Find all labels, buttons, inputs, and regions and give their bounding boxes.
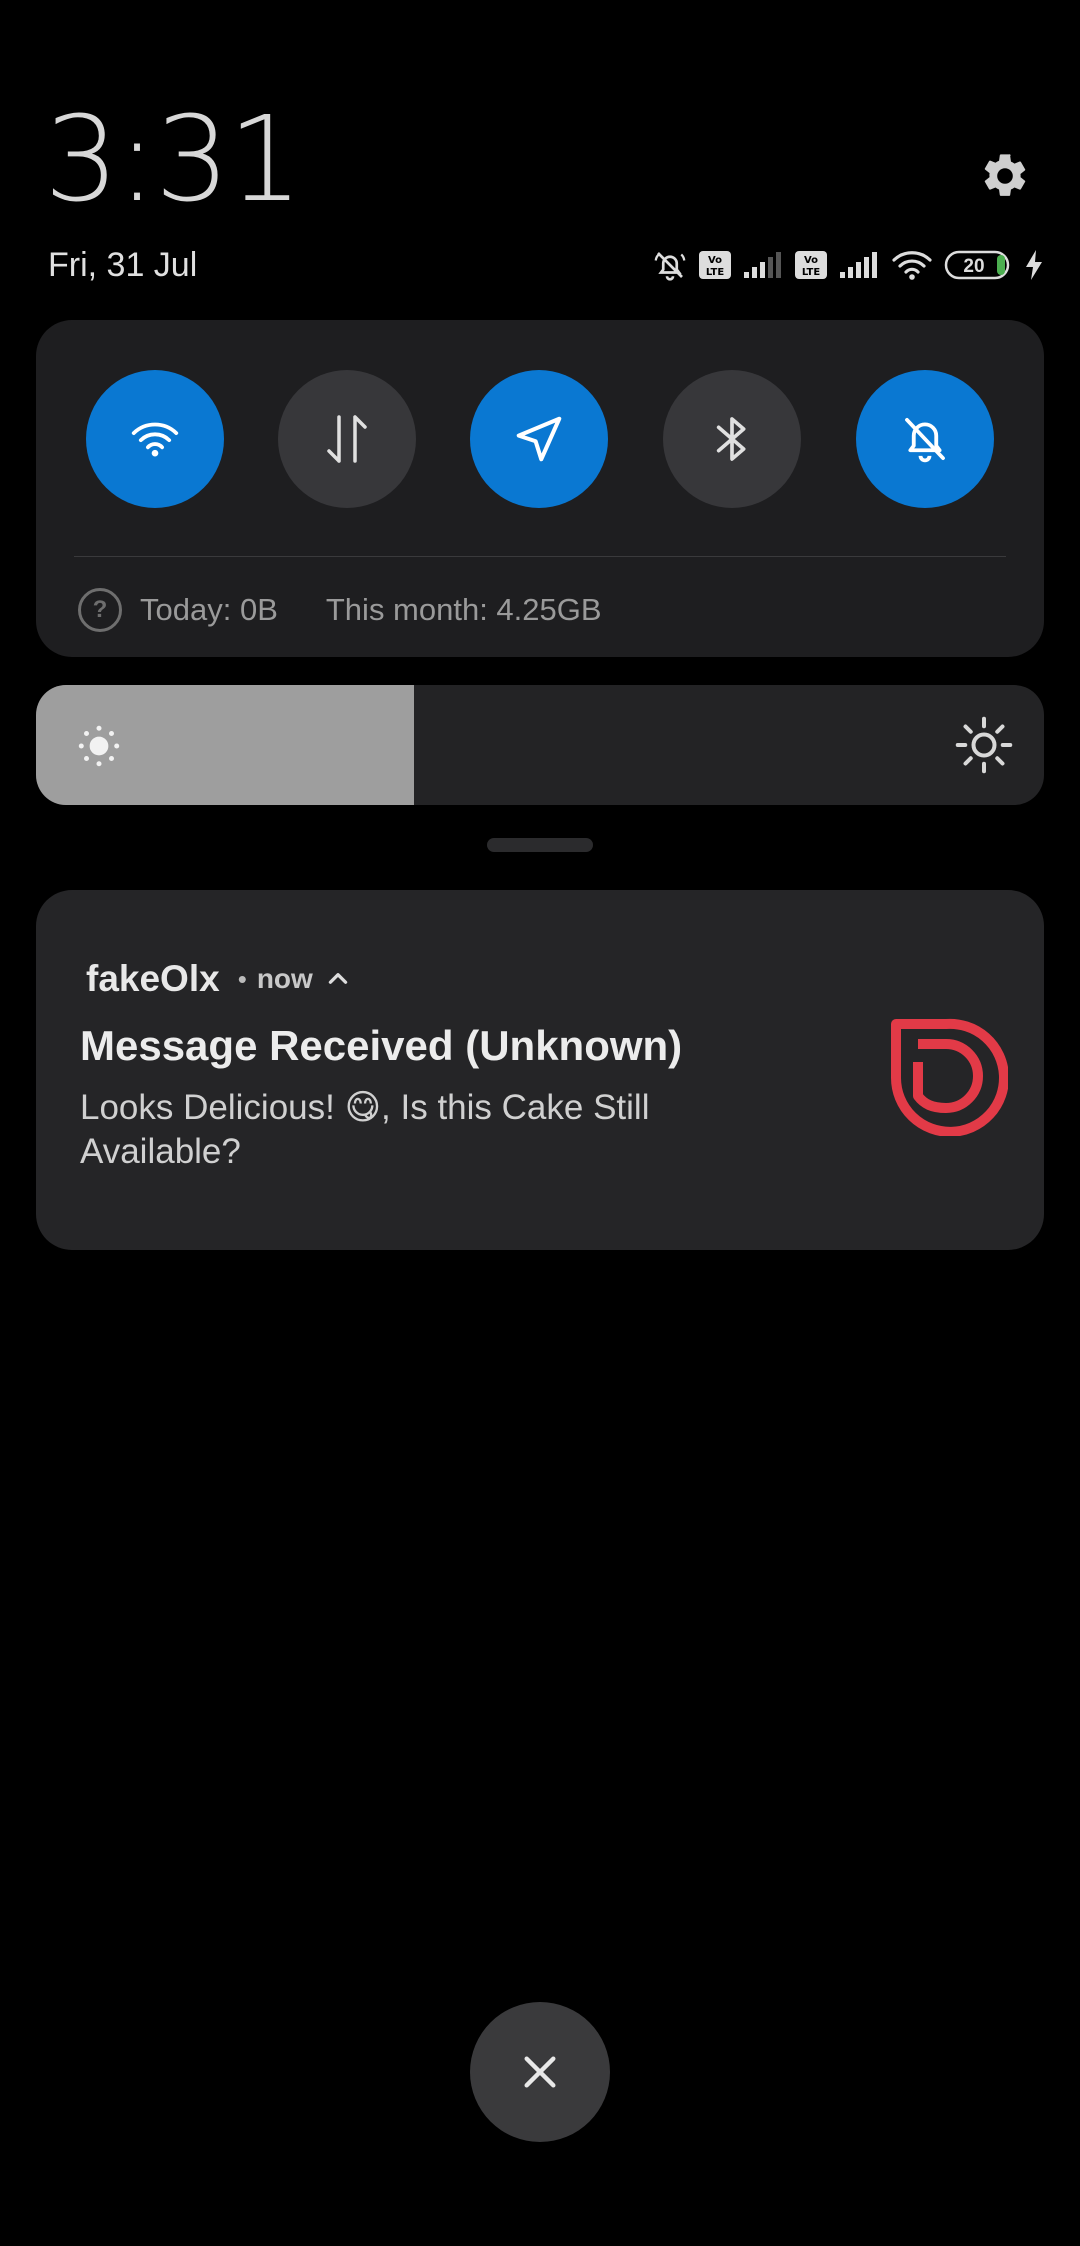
clock: 3:31 [44, 90, 303, 228]
dismiss-all-button[interactable] [470, 2002, 610, 2142]
notification-separator: • [237, 963, 247, 994]
silent-mode-toggle[interactable] [856, 370, 994, 508]
data-usage[interactable]: ? Today: 0B This month: 4.25GB [78, 584, 602, 636]
signal-icon [744, 252, 781, 278]
bluetooth-icon [716, 417, 746, 461]
notification-time: now [256, 963, 313, 994]
settings-button[interactable] [975, 146, 1035, 206]
gear-icon [984, 154, 1026, 196]
olx-logo-icon [891, 1018, 1008, 1136]
quick-settings-panel: ? Today: 0B This month: 4.25GB [36, 320, 1044, 657]
svg-text:Vo: Vo [804, 255, 818, 266]
location-icon [516, 416, 562, 462]
wifi-icon [892, 251, 932, 280]
svg-text:LTE: LTE [802, 267, 821, 278]
volte-icon: Vo LTE [699, 251, 731, 279]
data-today: Today: 0B [140, 592, 278, 627]
charging-icon [1026, 250, 1042, 280]
chevron-up-icon[interactable] [325, 966, 351, 992]
brightness-slider[interactable] [36, 685, 1044, 805]
brightness-high-icon [955, 716, 1013, 774]
svg-text:Vo: Vo [708, 255, 722, 266]
divider [74, 556, 1006, 557]
data-month: This month: 4.25GB [325, 592, 602, 627]
drag-handle[interactable] [487, 838, 593, 852]
ringer-off-icon [654, 252, 686, 281]
notification-shade: 3:31 Fri, 31 Jul Vo LTE Vo LTE 20 ? Toda… [0, 0, 1080, 2246]
notification-body: Looks Delicious! 😋, Is this Cake Still A… [80, 1088, 650, 1171]
notification-app-name: fakeOlx [86, 958, 220, 999]
brightness-low-icon [78, 725, 120, 767]
silent-mode-icon [905, 417, 945, 463]
date: Fri, 31 Jul [48, 246, 198, 284]
help-icon: ? [78, 588, 122, 632]
svg-text:LTE: LTE [706, 267, 725, 278]
wifi-icon [131, 422, 179, 457]
notification-title: Message Received (Unknown) [80, 1022, 683, 1069]
mobile-data-toggle[interactable] [278, 370, 416, 508]
mobile-data-icon [327, 415, 367, 463]
battery-level: 20 [963, 256, 984, 277]
bluetooth-toggle[interactable] [663, 370, 801, 508]
close-icon [524, 2056, 556, 2088]
notification-card[interactable]: fakeOlx • now Message Received (Unknown)… [36, 890, 1044, 1250]
battery-icon: 20 [944, 249, 1014, 281]
location-toggle[interactable] [470, 370, 608, 508]
wifi-toggle[interactable] [86, 370, 224, 508]
status-icons: Vo LTE Vo LTE 20 [652, 246, 1044, 284]
volte-icon: Vo LTE [795, 251, 827, 279]
signal-icon [840, 252, 877, 278]
notification-header: fakeOlx • now [86, 958, 351, 1000]
